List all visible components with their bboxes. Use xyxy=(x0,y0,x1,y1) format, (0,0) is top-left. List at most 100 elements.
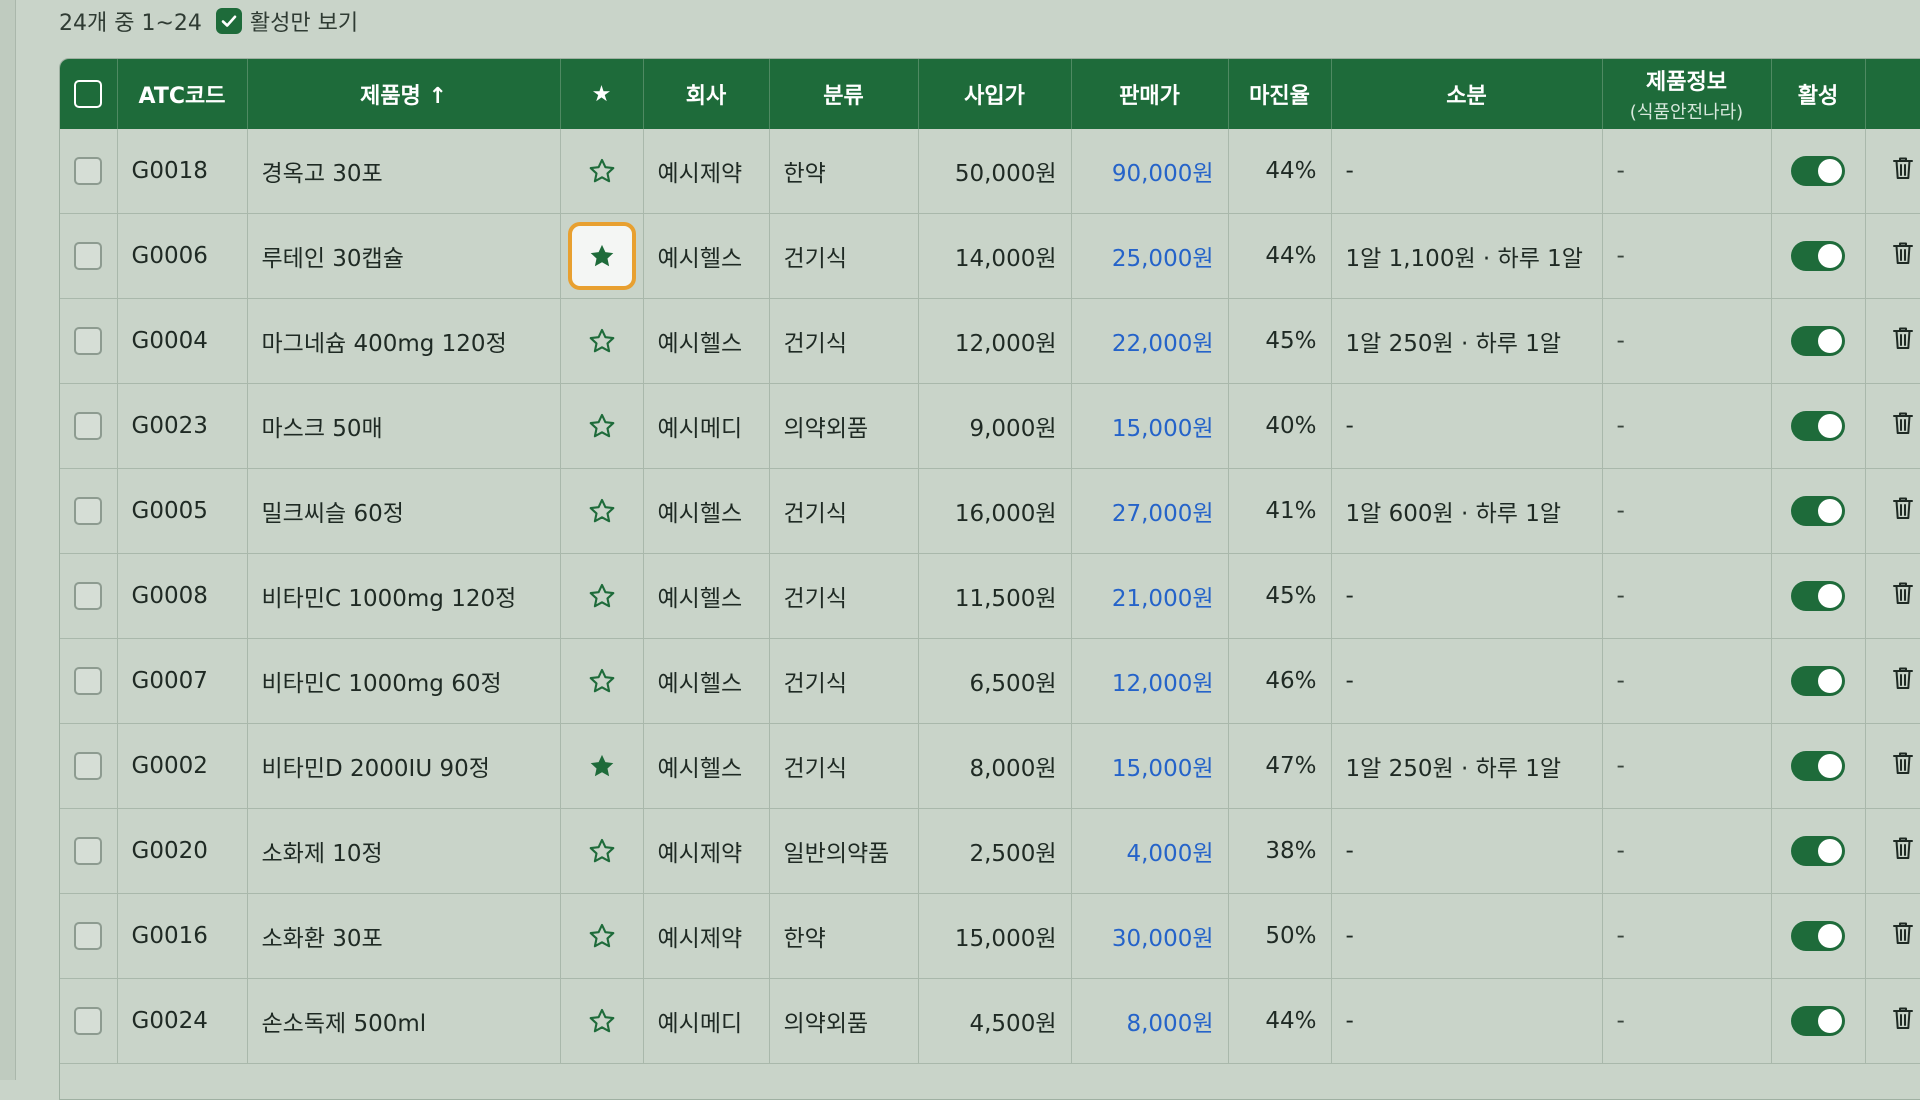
active-only-filter[interactable]: 활성만 보기 xyxy=(215,5,358,37)
row-checkbox[interactable] xyxy=(74,242,103,270)
product-name[interactable]: 비타민C 1000mg 60정 xyxy=(247,638,561,724)
delete-button[interactable] xyxy=(1891,580,1915,612)
favorite-toggle-button[interactable] xyxy=(571,735,633,797)
header-favorite[interactable]: ★ xyxy=(560,59,644,129)
active-toggle[interactable] xyxy=(1791,666,1845,696)
table-row[interactable]: G0004 마그네슘 400mg 120정 예시헬스 건기식 12,000원 22,000… xyxy=(60,298,1920,384)
sale-price[interactable]: 25,000원 xyxy=(1071,213,1229,299)
favorite-toggle-button[interactable] xyxy=(571,820,633,882)
sale-price[interactable]: 27,000원 xyxy=(1071,468,1229,554)
active-toggle[interactable] xyxy=(1791,836,1845,866)
delete-button[interactable] xyxy=(1891,410,1915,442)
sale-price[interactable]: 90,000원 xyxy=(1071,129,1229,214)
sale-price[interactable]: 15,000원 xyxy=(1071,723,1229,809)
active-toggle[interactable] xyxy=(1791,581,1845,611)
row-select-cell[interactable] xyxy=(60,638,118,724)
active-toggle[interactable] xyxy=(1791,1006,1845,1036)
row-checkbox[interactable] xyxy=(74,412,103,440)
table-row[interactable]: G0002 비타민D 2000IU 90정 예시헬스 건기식 8,000원 15,000원… xyxy=(60,723,1920,809)
table-row[interactable]: G0024 손소독제 500ml 예시메디 의약외품 4,500원 8,000원 44% - - xyxy=(60,978,1920,1064)
row-checkbox[interactable] xyxy=(74,667,103,695)
header-atc-code[interactable]: ATC코드 xyxy=(117,59,248,129)
favorite-toggle-button[interactable] xyxy=(571,395,633,457)
favorite-toggle-button[interactable] xyxy=(567,222,636,290)
sale-price[interactable]: 8,000원 xyxy=(1071,978,1229,1064)
row-checkbox[interactable] xyxy=(74,327,103,355)
header-company[interactable]: 회사 xyxy=(643,59,770,129)
header-cost-price[interactable]: 사입가 xyxy=(918,59,1072,129)
delete-button[interactable] xyxy=(1891,495,1915,527)
table-row[interactable]: G0020 소화제 10정 예시제약 일반의약품 2,500원 4,000원 38% - - xyxy=(60,808,1920,894)
product-name[interactable]: 경옥고 30포 xyxy=(247,129,561,214)
row-select-cell[interactable] xyxy=(60,383,118,469)
header-product-info[interactable]: 제품정보 (식품안전나라) xyxy=(1602,59,1772,129)
delete-button[interactable] xyxy=(1891,750,1915,782)
table-row[interactable]: G0006 루테인 30캡슐 예시헬스 건기식 14,000원 25,000원 44% 1알 … xyxy=(60,213,1920,299)
favorite-toggle-button[interactable] xyxy=(571,480,633,542)
sale-price[interactable]: 21,000원 xyxy=(1071,553,1229,639)
row-select-cell[interactable] xyxy=(60,893,118,979)
table-row[interactable]: G0007 비타민C 1000mg 60정 예시헬스 건기식 6,500원 12,000원… xyxy=(60,638,1920,724)
sale-price[interactable]: 4,000원 xyxy=(1071,808,1229,894)
favorite-toggle-button[interactable] xyxy=(571,310,633,372)
favorite-toggle-button[interactable] xyxy=(571,650,633,712)
active-toggle[interactable] xyxy=(1791,496,1845,526)
row-checkbox[interactable] xyxy=(74,837,103,865)
active-toggle[interactable] xyxy=(1791,241,1845,271)
row-select-cell[interactable] xyxy=(60,553,118,639)
active-toggle[interactable] xyxy=(1791,411,1845,441)
favorite-toggle-button[interactable] xyxy=(571,990,633,1052)
row-checkbox[interactable] xyxy=(74,752,103,780)
row-checkbox[interactable] xyxy=(74,582,103,610)
active-only-checkbox[interactable] xyxy=(215,8,242,34)
sale-price[interactable]: 12,000원 xyxy=(1071,638,1229,724)
table-row[interactable]: G0008 비타민C 1000mg 120정 예시헬스 건기식 11,500원 21,00… xyxy=(60,553,1920,639)
select-all-checkbox[interactable] xyxy=(74,80,103,108)
row-checkbox[interactable] xyxy=(74,497,103,525)
row-select-cell[interactable] xyxy=(60,213,118,299)
table-row[interactable]: G0018 경옥고 30포 예시제약 한약 50,000원 90,000원 44% - - xyxy=(60,129,1920,214)
header-active[interactable]: 활성 xyxy=(1771,59,1866,129)
product-name[interactable]: 손소독제 500ml xyxy=(247,978,561,1064)
row-select-cell[interactable] xyxy=(60,808,118,894)
favorite-toggle-button[interactable] xyxy=(571,905,633,967)
row-checkbox[interactable] xyxy=(74,1007,103,1035)
sale-price[interactable]: 30,000원 xyxy=(1071,893,1229,979)
favorite-toggle-button[interactable] xyxy=(571,140,633,202)
product-name[interactable]: 마그네슘 400mg 120정 xyxy=(247,298,561,384)
row-select-cell[interactable] xyxy=(60,129,118,214)
row-select-cell[interactable] xyxy=(60,298,118,384)
header-portion[interactable]: 소분 xyxy=(1331,59,1603,129)
row-checkbox[interactable] xyxy=(74,922,103,950)
delete-button[interactable] xyxy=(1891,920,1915,952)
delete-button[interactable] xyxy=(1891,665,1915,697)
product-name[interactable]: 루테인 30캡슐 xyxy=(247,213,561,299)
product-name[interactable]: 소화환 30포 xyxy=(247,893,561,979)
active-toggle[interactable] xyxy=(1791,921,1845,951)
header-margin[interactable]: 마진율 xyxy=(1228,59,1332,129)
product-name[interactable]: 비타민D 2000IU 90정 xyxy=(247,723,561,809)
product-name[interactable]: 소화제 10정 xyxy=(247,808,561,894)
delete-button[interactable] xyxy=(1891,1005,1915,1037)
header-product-name[interactable]: 제품명 ↑ xyxy=(247,59,561,129)
row-select-cell[interactable] xyxy=(60,978,118,1064)
row-select-cell[interactable] xyxy=(60,723,118,809)
sale-price[interactable]: 15,000원 xyxy=(1071,383,1229,469)
header-sale-price[interactable]: 판매가 xyxy=(1071,59,1229,129)
table-row[interactable]: G0005 밀크씨슬 60정 예시헬스 건기식 16,000원 27,000원 41% 1알 … xyxy=(60,468,1920,554)
table-row[interactable]: G0016 소화환 30포 예시제약 한약 15,000원 30,000원 50% - - xyxy=(60,893,1920,979)
active-toggle[interactable] xyxy=(1791,156,1845,186)
product-name[interactable]: 마스크 50매 xyxy=(247,383,561,469)
delete-button[interactable] xyxy=(1891,325,1915,357)
table-row[interactable]: G0023 마스크 50매 예시메디 의약외품 9,000원 15,000원 40% - - xyxy=(60,383,1920,469)
product-name[interactable]: 비타민C 1000mg 120정 xyxy=(247,553,561,639)
delete-button[interactable] xyxy=(1891,240,1915,272)
select-all-header[interactable] xyxy=(60,59,118,129)
header-category[interactable]: 분류 xyxy=(769,59,919,129)
delete-button[interactable] xyxy=(1891,155,1915,187)
delete-button[interactable] xyxy=(1891,835,1915,867)
row-checkbox[interactable] xyxy=(74,157,103,185)
favorite-toggle-button[interactable] xyxy=(571,565,633,627)
active-toggle[interactable] xyxy=(1791,326,1845,356)
sale-price[interactable]: 22,000원 xyxy=(1071,298,1229,384)
